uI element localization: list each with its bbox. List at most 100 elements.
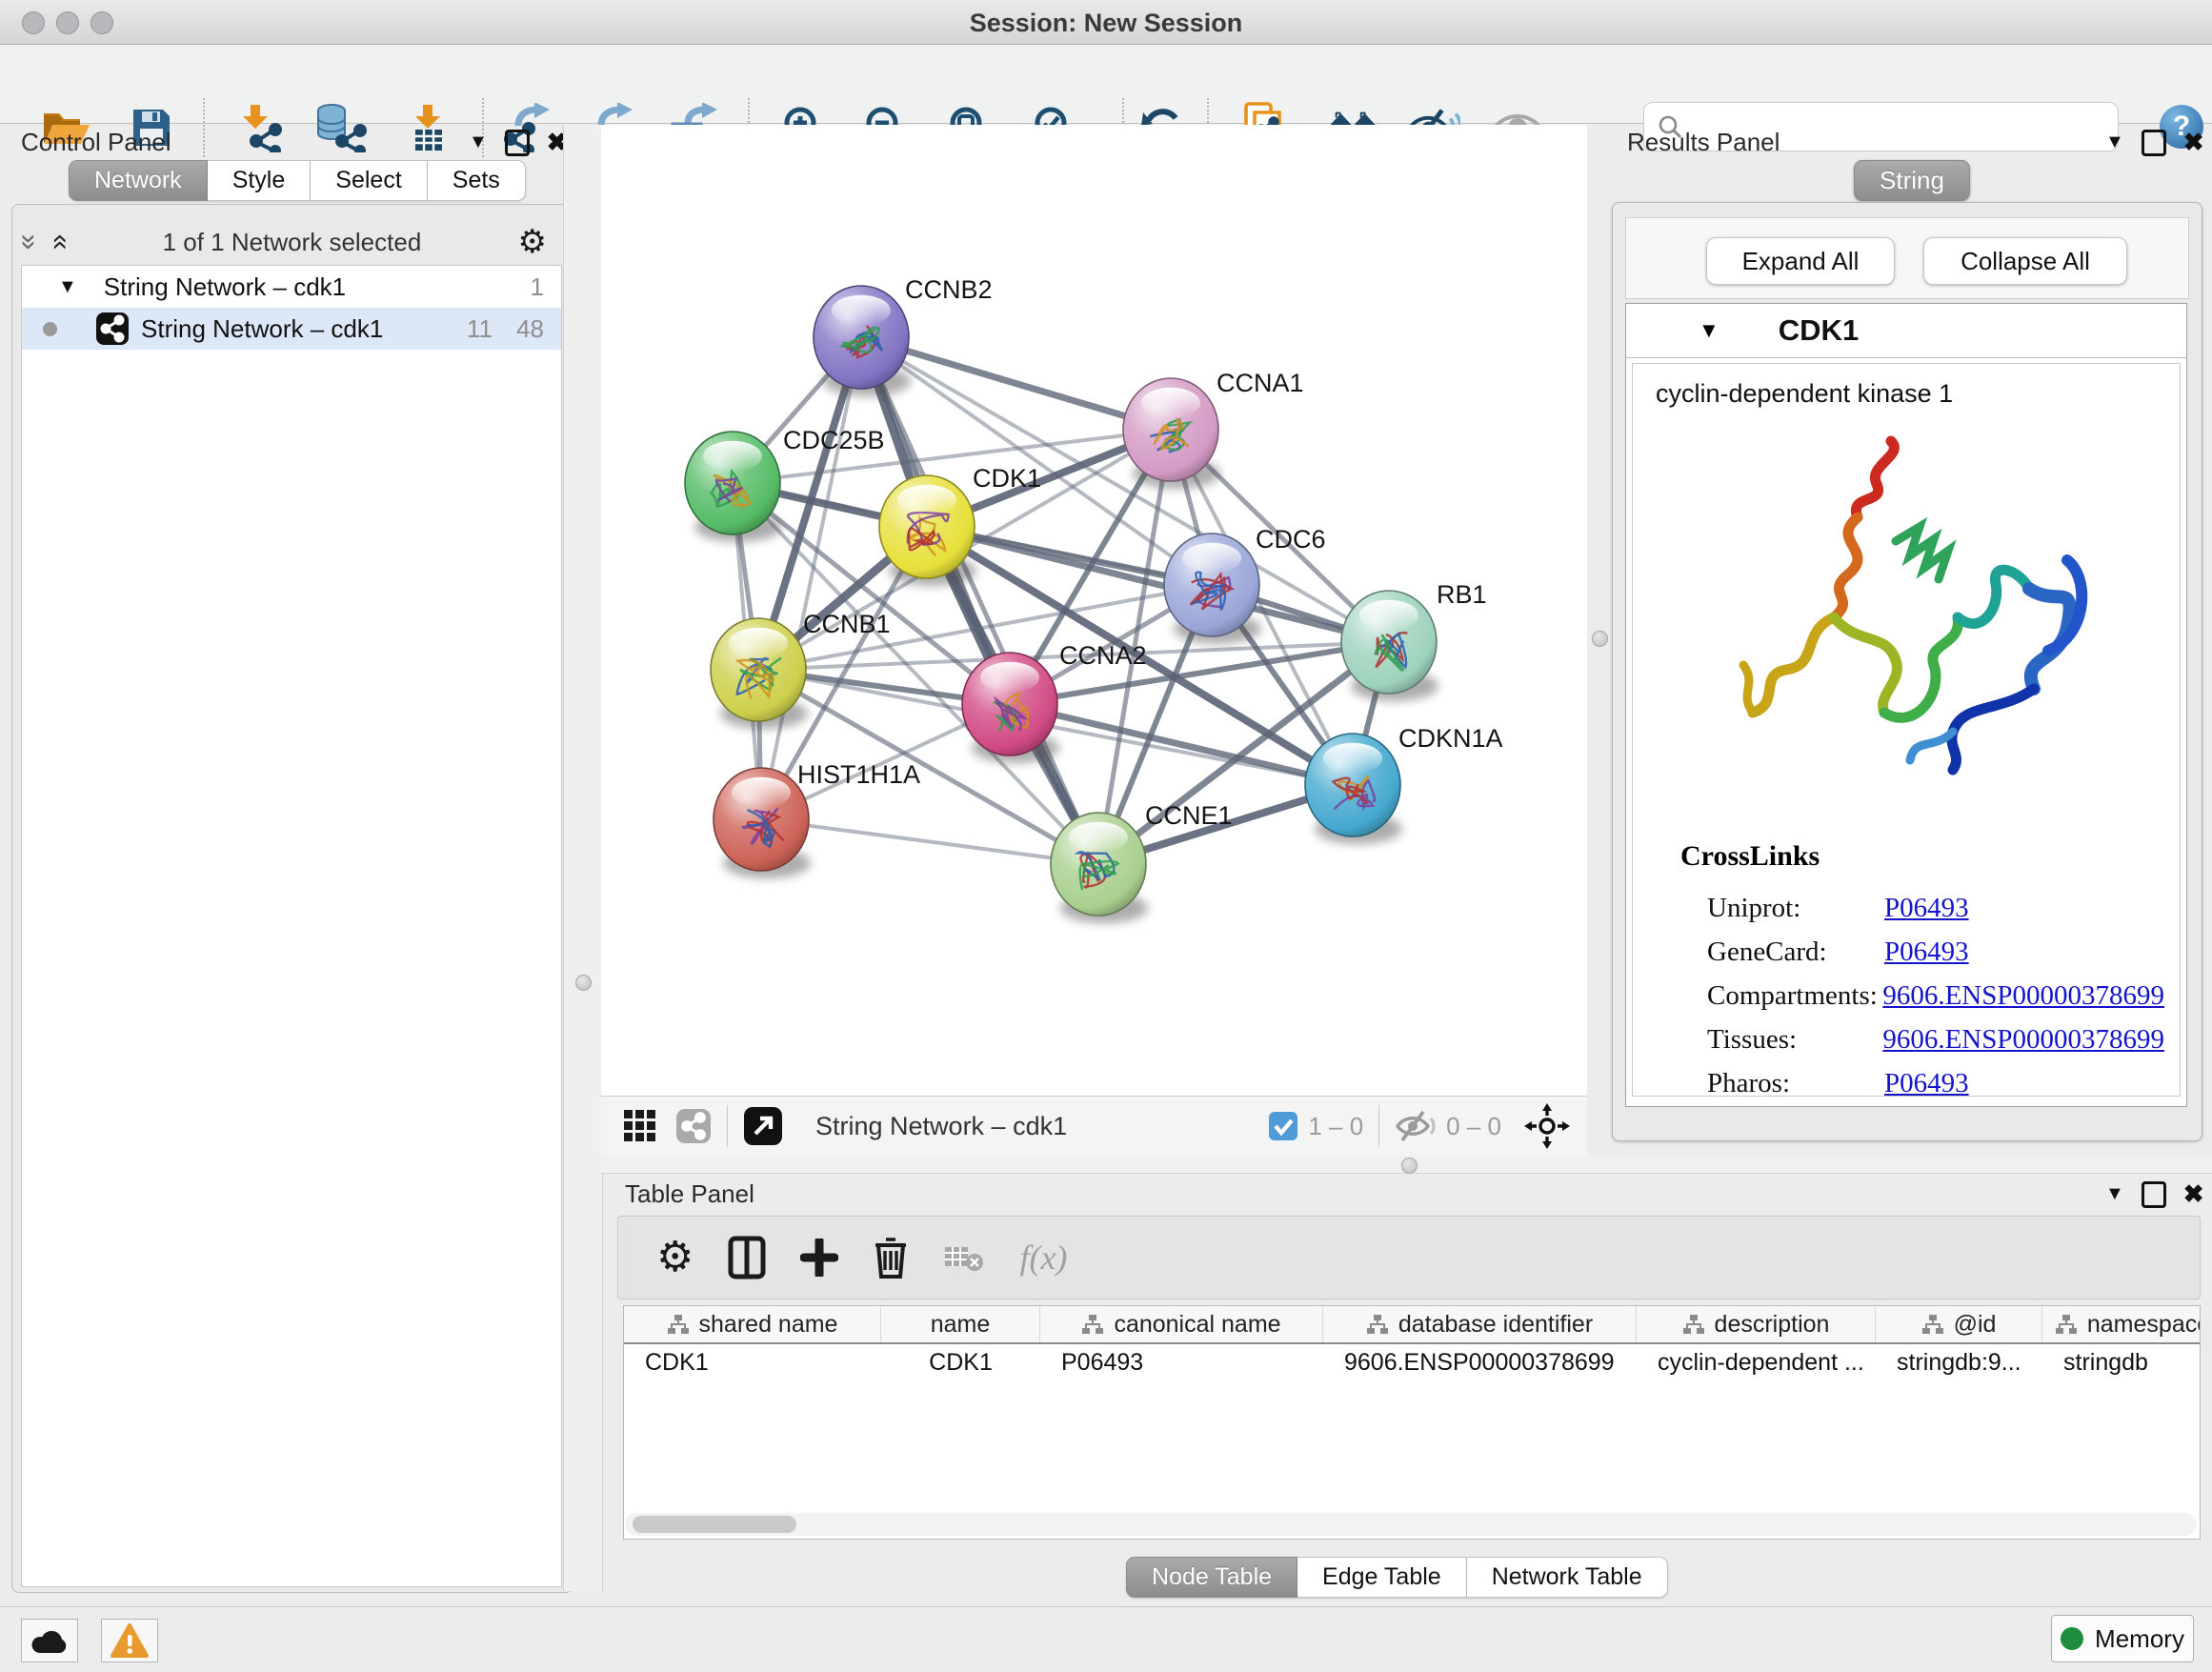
crosslink-row: Pharos:P06493 <box>1707 1061 2164 1105</box>
network-node-label[interactable]: CCNA2 <box>1059 641 1147 670</box>
column-header-namespace[interactable]: namespace <box>2042 1306 2201 1342</box>
table-cell[interactable]: cyclin-dependent ... <box>1637 1344 1876 1380</box>
gene-section-header[interactable]: ▼ CDK1 <box>1626 304 2186 358</box>
tab-sets[interactable]: Sets <box>428 160 526 201</box>
table-cell[interactable]: CDK1 <box>881 1344 1040 1380</box>
network-node-label[interactable]: HIST1H1A <box>797 760 920 789</box>
tab-node-table[interactable]: Node Table <box>1126 1557 1297 1598</box>
table-row[interactable]: CDK1CDK1P064939606.ENSP00000378699cyclin… <box>624 1344 2200 1380</box>
table-cell[interactable]: stringdb <box>2042 1344 2201 1380</box>
network-row-selected[interactable]: String Network – cdk1 11 48 <box>22 308 561 350</box>
crosslink-link[interactable]: 9606.ENSP00000378699 <box>1882 1024 2164 1056</box>
crosslink-row: Tissues:9606.ENSP00000378699 <box>1707 1017 2164 1061</box>
splitter-grip[interactable] <box>1592 631 1608 647</box>
string-network-icon <box>95 312 130 346</box>
network-node-label[interactable]: CDK1 <box>973 464 1041 493</box>
hidden-eye-icon[interactable] <box>1395 1110 1437 1142</box>
panel-splitter-horizontal[interactable] <box>601 1156 2212 1174</box>
network-node-label[interactable]: CCNA1 <box>1217 369 1304 397</box>
crosslinks-title: CrossLinks <box>1680 840 1820 873</box>
import-network-file-icon[interactable] <box>232 103 286 152</box>
table-panel-title: Table Panel <box>625 1179 754 1209</box>
table-header-row: shared namenamecanonical namedatabase id… <box>624 1306 2200 1344</box>
column-header-shared-name[interactable]: shared name <box>624 1306 881 1342</box>
expand-all-button[interactable]: Expand All <box>1706 237 1895 285</box>
status-bar: Memory <box>0 1606 2212 1672</box>
table-horizontal-scrollbar[interactable] <box>625 1513 2197 1536</box>
table-toolbar: ⚙ f(x) <box>617 1216 2201 1299</box>
crosslinks-list: Uniprot:P06493GeneCard:P06493Compartment… <box>1707 886 2164 1105</box>
panel-close-icon[interactable]: ✖ <box>2183 1179 2204 1209</box>
results-gene-section: ▼ CDK1 cyclin-dependent kinase 1 CrossLi… <box>1625 303 2187 1107</box>
tab-network-table[interactable]: Network Table <box>1467 1557 1668 1598</box>
table-cell[interactable]: 9606.ENSP00000378699 <box>1323 1344 1637 1380</box>
network-canvas[interactable]: CCNB2 CCNA1 CDC25B CDK1 CDC6 RB1 CCNB1 CCNA2 CDK… <box>601 125 1587 1096</box>
table-cell[interactable]: P06493 <box>1040 1344 1323 1380</box>
network-collection-row[interactable]: ▼ String Network – cdk1 1 <box>22 266 561 308</box>
panel-close-icon[interactable]: ✖ <box>2183 128 2204 157</box>
expand-all-icon[interactable]: » <box>49 234 68 251</box>
panel-menu-icon[interactable]: ▼ <box>2105 131 2124 153</box>
splitter-grip[interactable] <box>575 975 592 991</box>
network-node-label[interactable]: CCNB1 <box>803 610 891 638</box>
table-cell[interactable]: stringdb:9... <box>1876 1344 2042 1380</box>
collapse-all-icon[interactable]: » <box>19 234 38 251</box>
splitter-grip[interactable] <box>1401 1158 1418 1174</box>
cloud-button[interactable] <box>21 1619 78 1662</box>
column-header-@id[interactable]: @id <box>1876 1306 2042 1342</box>
control-panel-tabs: NetworkStyleSelectSets <box>69 160 526 201</box>
panel-menu-icon[interactable]: ▼ <box>2105 1183 2124 1205</box>
panel-menu-icon[interactable]: ▼ <box>469 131 488 153</box>
import-network-database-icon[interactable] <box>313 103 367 152</box>
gene-description: cyclin-dependent kinase 1 <box>1656 379 1953 409</box>
selected-counts: 1 – 0 <box>1308 1112 1363 1141</box>
delete-column-icon[interactable] <box>873 1236 909 1279</box>
node-table[interactable]: shared namenamecanonical namedatabase id… <box>623 1305 2201 1540</box>
table-panel-controls: ▼ ✖ <box>2105 1179 2204 1209</box>
import-table-icon[interactable] <box>401 103 454 152</box>
column-header-canonical-name[interactable]: canonical name <box>1040 1306 1323 1342</box>
section-collapse-icon[interactable]: ▼ <box>1699 318 1719 343</box>
network-node-label[interactable]: CCNE1 <box>1145 801 1233 830</box>
birdseye-navigator-icon[interactable] <box>1524 1103 1570 1149</box>
memory-button[interactable]: Memory <box>2051 1615 2194 1662</box>
table-settings-gear-icon[interactable]: ⚙ <box>656 1241 694 1274</box>
show-columns-icon[interactable] <box>728 1236 766 1279</box>
crosslink-link[interactable]: 9606.ENSP00000378699 <box>1882 980 2164 1012</box>
create-column-icon[interactable] <box>800 1239 838 1277</box>
panel-float-icon[interactable] <box>505 130 530 156</box>
collapse-all-button[interactable]: Collapse All <box>1923 237 2127 285</box>
table-cell[interactable]: CDK1 <box>624 1344 881 1380</box>
selected-checkbox-icon[interactable] <box>1268 1111 1298 1141</box>
protein-structure-image <box>1715 427 2096 798</box>
network-node-label[interactable]: CDC6 <box>1256 525 1326 554</box>
scrollbar-thumb[interactable] <box>633 1516 796 1533</box>
results-tab-string[interactable]: String <box>1854 160 1970 201</box>
crosslink-link[interactable]: P06493 <box>1884 893 1969 924</box>
open-in-window-icon[interactable] <box>743 1106 783 1146</box>
warning-icon <box>110 1622 150 1659</box>
network-node-label[interactable]: CDKN1A <box>1398 724 1503 753</box>
tab-select[interactable]: Select <box>311 160 427 201</box>
crosslink-link[interactable]: P06493 <box>1884 1068 1969 1099</box>
network-list-gear-icon[interactable]: ⚙ <box>518 226 547 258</box>
tree-expand-icon[interactable]: ▼ <box>58 276 77 298</box>
tab-network[interactable]: Network <box>69 160 208 201</box>
column-header-name[interactable]: name <box>881 1306 1040 1342</box>
crosslink-label: Pharos: <box>1707 1068 1884 1099</box>
tab-style[interactable]: Style <box>208 160 312 201</box>
network-node-label[interactable]: RB1 <box>1437 580 1487 609</box>
column-header-database-identifier[interactable]: database identifier <box>1323 1306 1637 1342</box>
network-node-label[interactable]: CDC25B <box>783 426 885 454</box>
string-share-icon[interactable] <box>675 1108 712 1144</box>
grid-view-icon[interactable] <box>622 1108 658 1144</box>
network-node-label[interactable]: CCNB2 <box>905 275 993 304</box>
warning-button[interactable] <box>101 1619 158 1662</box>
panel-splitter-left[interactable] <box>563 125 603 1591</box>
column-header-description[interactable]: description <box>1637 1306 1876 1342</box>
crosslink-link[interactable]: P06493 <box>1884 937 1969 968</box>
panel-float-icon[interactable] <box>2142 130 2166 156</box>
panel-splitter-right[interactable] <box>1587 125 1612 1096</box>
panel-float-icon[interactable] <box>2142 1181 2166 1208</box>
tab-edge-table[interactable]: Edge Table <box>1297 1557 1467 1598</box>
